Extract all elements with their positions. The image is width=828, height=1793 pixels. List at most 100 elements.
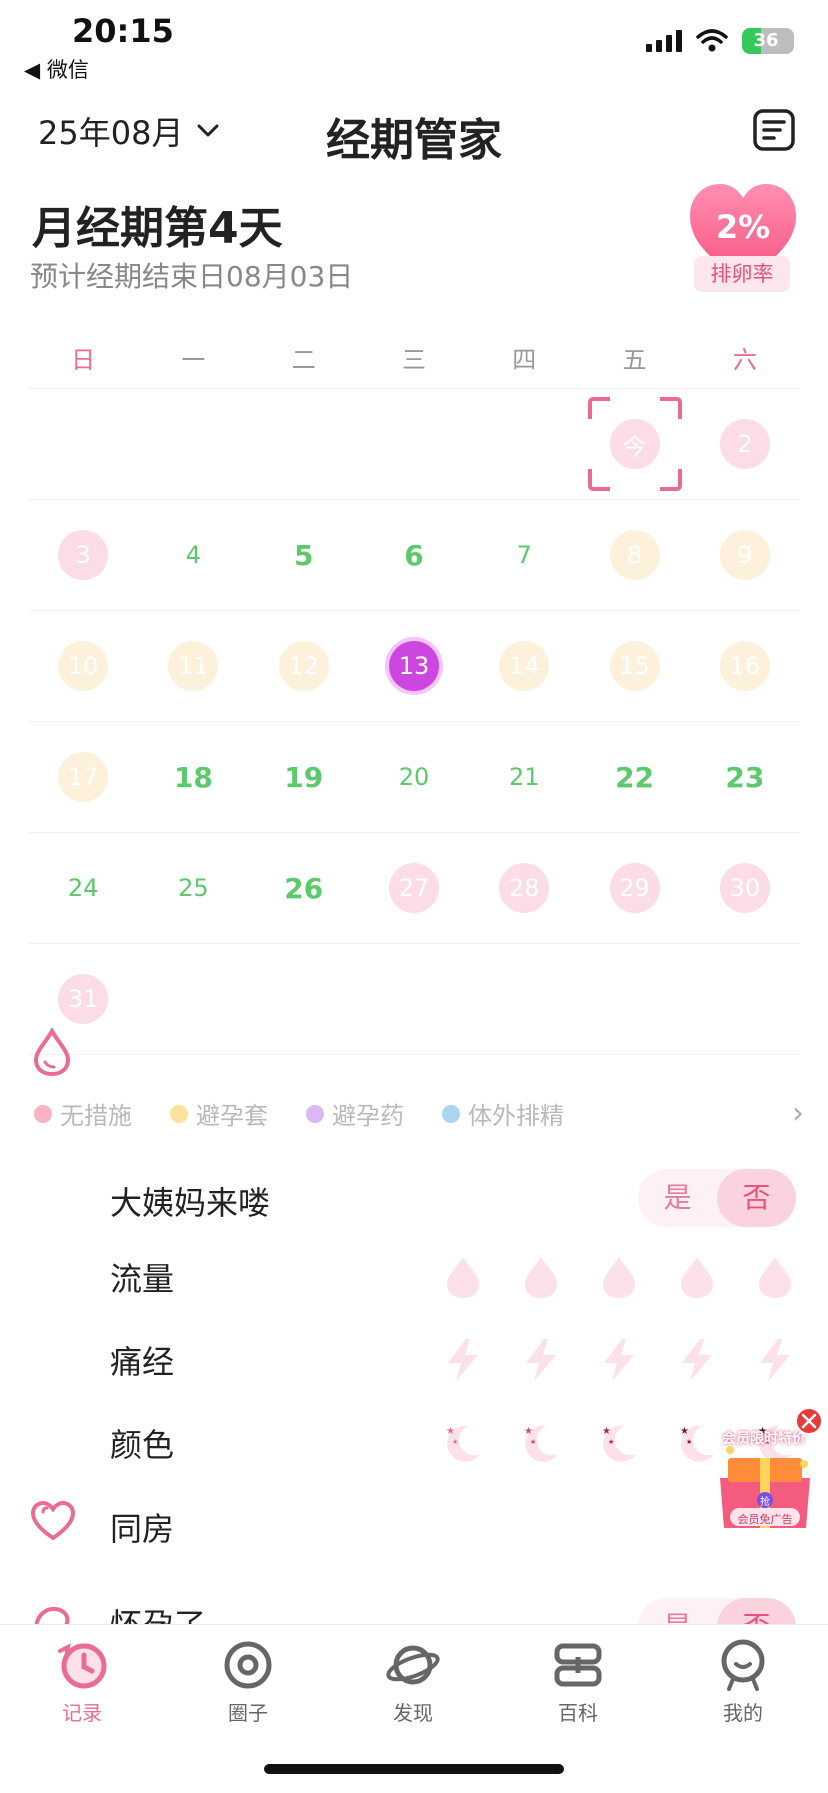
chevron-down-icon bbox=[197, 124, 219, 137]
calendar-empty-cell bbox=[28, 389, 138, 499]
calendar-day[interactable]: 4 bbox=[138, 500, 248, 610]
day-number: 3 bbox=[58, 530, 109, 580]
calendar-empty-cell bbox=[359, 944, 469, 1054]
calendar-day[interactable]: 18 bbox=[138, 722, 248, 832]
vip-promo-ad[interactable]: 会员限时特价 抢 会员免广告 bbox=[710, 1407, 823, 1540]
calendar-week-row: 10 11 12 13 14 15 16 bbox=[28, 610, 800, 721]
calendar-day[interactable]: 22 bbox=[579, 722, 689, 832]
calendar-day[interactable]: 14 bbox=[469, 611, 579, 721]
day-number: 19 bbox=[284, 760, 324, 794]
calendar-day[interactable]: 24 bbox=[28, 833, 138, 943]
close-icon[interactable] bbox=[794, 1406, 824, 1436]
tab-records[interactable]: 记录 bbox=[32, 1637, 132, 1726]
tab-profile[interactable]: 我的 bbox=[693, 1637, 793, 1726]
tab-discover[interactable]: 发现 bbox=[363, 1637, 463, 1726]
tab-label: 记录 bbox=[62, 1701, 102, 1725]
calendar-day[interactable]: 17 bbox=[28, 722, 138, 832]
calendar-empty-cell bbox=[138, 389, 248, 499]
day-number: 10 bbox=[58, 641, 109, 691]
weekday-label: 五 bbox=[622, 346, 647, 374]
book-icon bbox=[554, 1643, 602, 1687]
at-icon bbox=[224, 1641, 272, 1689]
period-end-date: 预计经期结束日08月03日 bbox=[30, 260, 354, 293]
ad-subtitle: 会员免广告 bbox=[737, 1513, 793, 1526]
calendar-day[interactable]: 20 bbox=[359, 722, 469, 832]
calendar-day[interactable]: 16 bbox=[690, 611, 800, 721]
day-number: 8 bbox=[609, 530, 660, 580]
calendar-empty-cell bbox=[138, 944, 248, 1054]
calendar-day[interactable]: 29 bbox=[579, 833, 689, 943]
period-came-no[interactable]: 否 bbox=[717, 1169, 796, 1227]
day-number: 22 bbox=[615, 760, 655, 794]
legend-item: 无措施 bbox=[34, 1096, 132, 1131]
lightning-icon[interactable] bbox=[752, 1337, 798, 1383]
moon-icon[interactable]: ★ ★ bbox=[596, 1420, 642, 1466]
calendar-day[interactable]: 25 bbox=[138, 833, 248, 943]
ovulation-rate-label: 排卵率 bbox=[694, 256, 790, 292]
period-came-toggle[interactable]: 是 否 bbox=[638, 1169, 796, 1227]
svg-text:★: ★ bbox=[524, 1426, 533, 1437]
legend-label: 体外排精 bbox=[468, 1102, 564, 1130]
day-number: 5 bbox=[293, 538, 314, 572]
tab-label: 发现 bbox=[393, 1701, 433, 1725]
calendar-day[interactable]: 6 bbox=[359, 500, 469, 610]
calendar-day[interactable]: 19 bbox=[249, 722, 359, 832]
flow-drop-icon[interactable] bbox=[440, 1254, 486, 1300]
calendar-day[interactable]: 2 bbox=[690, 389, 800, 499]
tab-circle[interactable]: 圈子 bbox=[198, 1637, 298, 1726]
day-number: 12 bbox=[278, 641, 329, 691]
day-number: 4 bbox=[185, 541, 202, 569]
calendar-day[interactable]: 今 bbox=[579, 389, 689, 499]
pain-label: 痛经 bbox=[110, 1343, 175, 1381]
calendar-day[interactable]: 7 bbox=[469, 500, 579, 610]
legend-item: 体外排精 bbox=[442, 1096, 564, 1131]
notes-menu-icon[interactable] bbox=[752, 108, 796, 152]
calendar-day[interactable]: 8 bbox=[579, 500, 689, 610]
day-number: 29 bbox=[609, 863, 660, 913]
period-came-yes[interactable]: 是 bbox=[638, 1169, 717, 1227]
calendar-empty-cell bbox=[469, 944, 579, 1054]
flow-drop-icon[interactable] bbox=[596, 1254, 642, 1300]
month-picker[interactable]: 25年08月 bbox=[38, 108, 219, 154]
calendar-day[interactable]: 10 bbox=[28, 611, 138, 721]
day-number: 31 bbox=[58, 974, 109, 1024]
back-to-wechat-link[interactable]: ◀ 微信 bbox=[24, 54, 89, 84]
calendar-day[interactable]: 26 bbox=[249, 833, 359, 943]
flow-drop-icon[interactable] bbox=[518, 1254, 564, 1300]
day-number: 28 bbox=[499, 863, 550, 913]
calendar-day[interactable]: 5 bbox=[249, 500, 359, 610]
flow-drop-icon[interactable] bbox=[674, 1254, 720, 1300]
tab-encyclopedia[interactable]: 百科 bbox=[528, 1637, 628, 1726]
calendar-week-row: 24 25 26 27 28 29 30 bbox=[28, 832, 800, 943]
tab-label: 百科 bbox=[558, 1701, 598, 1725]
moon-icon[interactable]: ★ ★ bbox=[518, 1420, 564, 1466]
period-day-title: 月经期第4天 bbox=[32, 203, 283, 254]
legend-label: 无措施 bbox=[60, 1102, 132, 1130]
lightning-icon[interactable] bbox=[596, 1337, 642, 1383]
weekday-label: 六 bbox=[732, 346, 757, 374]
calendar-day[interactable]: 11 bbox=[138, 611, 248, 721]
calendar-day[interactable]: 3 bbox=[28, 500, 138, 610]
weekday-label: 二 bbox=[291, 346, 316, 374]
lightning-icon[interactable] bbox=[440, 1337, 486, 1383]
svg-text:★: ★ bbox=[608, 1438, 614, 1446]
planet-icon bbox=[386, 1645, 440, 1685]
moon-icon[interactable]: ★ ★ bbox=[440, 1420, 486, 1466]
calendar-day[interactable]: 9 bbox=[690, 500, 800, 610]
legend-label: 避孕药 bbox=[332, 1102, 404, 1130]
flow-drop-icon[interactable] bbox=[752, 1254, 798, 1300]
calendar-day[interactable]: 28 bbox=[469, 833, 579, 943]
calendar-day[interactable]: 12 bbox=[249, 611, 359, 721]
day-number: 14 bbox=[499, 641, 550, 691]
calendar-day[interactable]: 27 bbox=[359, 833, 469, 943]
chevron-right-icon[interactable]: › bbox=[792, 1096, 804, 1131]
calendar-day[interactable]: 30 bbox=[690, 833, 800, 943]
calendar-empty-cell bbox=[469, 389, 579, 499]
lightning-icon[interactable] bbox=[518, 1337, 564, 1383]
calendar-day[interactable]: 13 bbox=[359, 611, 469, 721]
calendar-day[interactable]: 21 bbox=[469, 722, 579, 832]
calendar-day[interactable]: 23 bbox=[690, 722, 800, 832]
calendar-day[interactable]: 15 bbox=[579, 611, 689, 721]
day-number: 24 bbox=[67, 874, 99, 902]
lightning-icon[interactable] bbox=[674, 1337, 720, 1383]
